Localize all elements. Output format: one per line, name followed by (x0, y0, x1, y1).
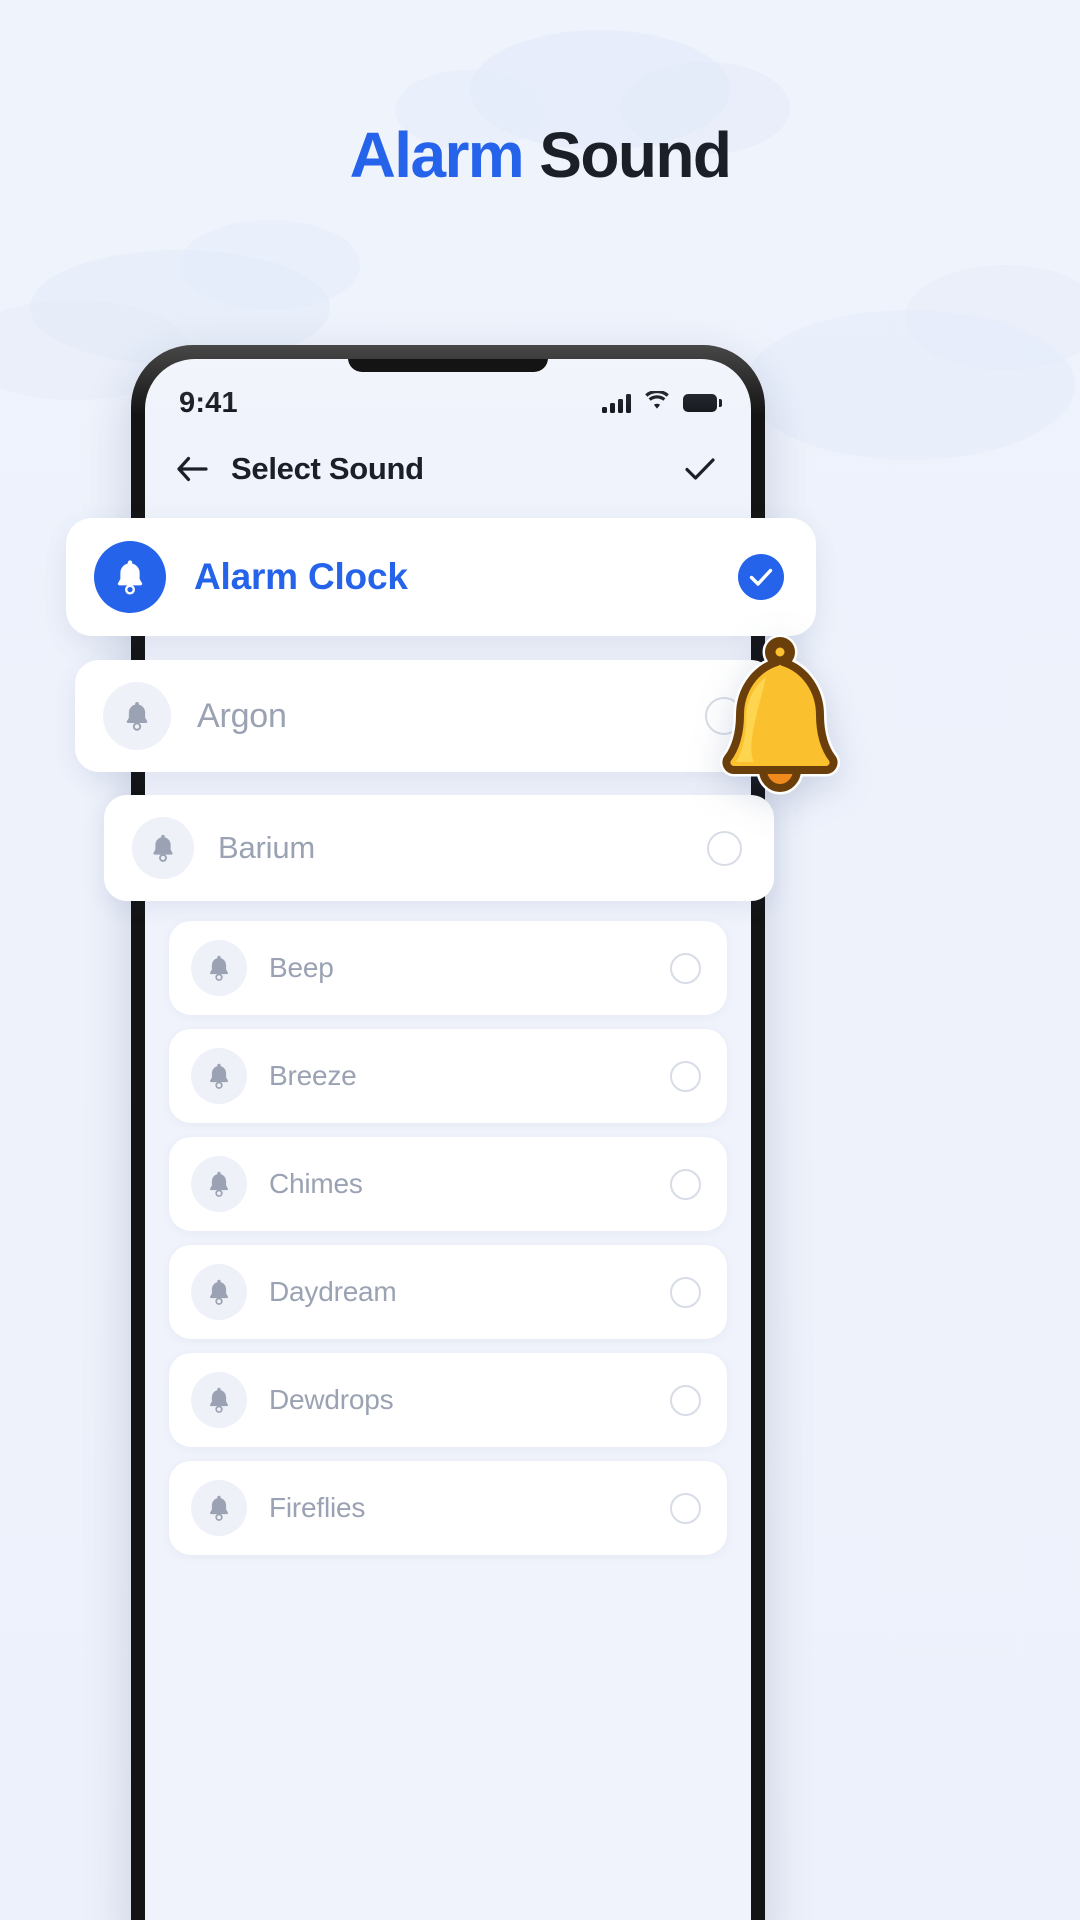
radio-empty-icon[interactable] (670, 1384, 701, 1416)
bell-icon (132, 817, 194, 879)
status-time: 9:41 (179, 386, 238, 419)
sound-list[interactable]: Beep Breeze Chimes Daydream Dewdrops Fireflie… (145, 915, 751, 1555)
list-top-spacer (145, 501, 751, 515)
bell-sticker-icon (700, 615, 860, 825)
navigation-bar: Select Sound (145, 433, 751, 501)
signal-bars-icon (602, 393, 631, 413)
bell-icon (191, 1480, 247, 1536)
screenshot-root: Alarm Sound 9:41 Select Sound Beep Breez… (0, 0, 1080, 1920)
battery-full-icon (683, 394, 722, 412)
status-icons (602, 389, 722, 416)
sound-row-label: Argon (197, 696, 287, 735)
sound-row-label: Chimes (269, 1168, 363, 1199)
wifi-icon (644, 389, 670, 416)
phone-notch (348, 359, 548, 372)
page-title: Alarm Sound (0, 120, 1080, 190)
radio-empty-icon[interactable] (670, 952, 701, 984)
bell-icon (191, 1264, 247, 1320)
sound-row-label: Dewdrops (269, 1384, 394, 1415)
sound-row-barium[interactable]: Barium (104, 795, 774, 901)
radio-empty-icon[interactable] (670, 1492, 701, 1524)
sound-row-dewdrops[interactable]: Dewdrops (169, 1353, 727, 1447)
sound-row-label: Barium (218, 830, 315, 865)
nav-title: Select Sound (231, 451, 424, 486)
bell-icon (191, 1156, 247, 1212)
checkmark-icon[interactable] (683, 452, 717, 486)
page-title-rest: Sound (523, 119, 732, 191)
bell-icon (191, 1372, 247, 1428)
cloud-decoration (180, 220, 360, 310)
radio-empty-icon[interactable] (707, 830, 742, 866)
sound-row-label: Alarm Clock (194, 556, 408, 597)
radio-empty-icon[interactable] (670, 1276, 701, 1308)
bell-icon (94, 541, 166, 613)
sound-row-beep[interactable]: Beep (169, 921, 727, 1015)
radio-empty-icon[interactable] (670, 1168, 701, 1200)
bell-icon (191, 940, 247, 996)
sound-row-argon[interactable]: Argon (75, 660, 775, 772)
sound-row-daydream[interactable]: Daydream (169, 1245, 727, 1339)
sound-row-fireflies[interactable]: Fireflies (169, 1461, 727, 1555)
bell-icon (191, 1048, 247, 1104)
sound-row-label: Beep (269, 952, 334, 983)
sound-row-breeze[interactable]: Breeze (169, 1029, 727, 1123)
sound-row-chimes[interactable]: Chimes (169, 1137, 727, 1231)
sound-row-label: Breeze (269, 1060, 357, 1091)
check-filled-icon[interactable] (738, 554, 784, 600)
sound-row-label: Daydream (269, 1276, 397, 1307)
radio-empty-icon[interactable] (670, 1060, 701, 1092)
page-title-accent: Alarm (349, 119, 525, 191)
back-arrow-icon[interactable] (175, 452, 209, 486)
bell-icon (103, 682, 171, 750)
sound-row-label: Fireflies (269, 1492, 366, 1523)
